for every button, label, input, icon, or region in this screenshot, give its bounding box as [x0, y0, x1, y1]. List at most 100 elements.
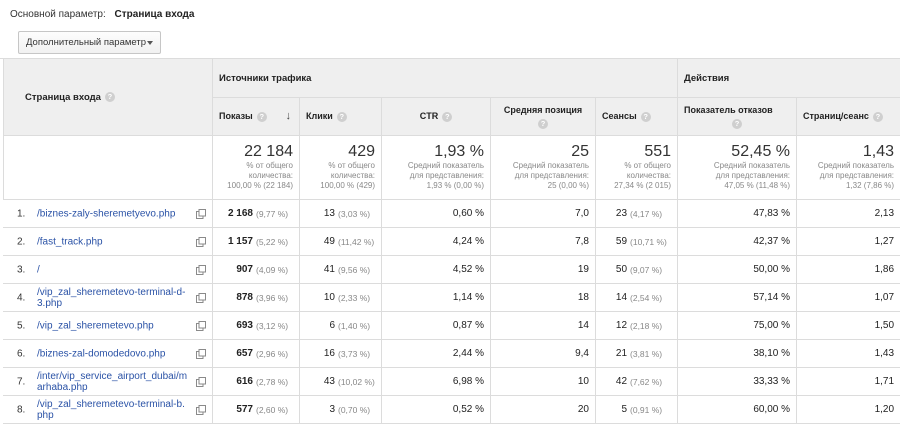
landing-page-cell: 5. /vip_zal_sheremetevo.php — [3, 311, 213, 340]
impressions-cell: 907 (4,09 %) — [212, 255, 300, 284]
open-in-new-tab-icon[interactable] — [196, 320, 206, 331]
row-number: 6. — [17, 348, 26, 359]
col-header-avg-position[interactable]: Средняя позиция? — [490, 97, 596, 136]
bounce-rate-cell: 50,00 % — [677, 255, 798, 284]
sort-descending-icon[interactable]: ↓ — [286, 110, 292, 122]
clicks-cell: 6 (1,40 %) — [299, 311, 382, 340]
bounce-rate-cell: 60,00 % — [677, 395, 798, 424]
totals-row: 22 184 % от общего количества: 100,00 % … — [3, 135, 900, 200]
landing-page-link[interactable]: /vip_zal_sheremetevo-terminal-d-3.php — [37, 287, 190, 309]
total-bounce-rate: 52,45 % Средний показатель для представл… — [677, 135, 798, 200]
table-row: 1. /biznes-zaly-sheremetyevo.php 2 168 (9… — [3, 199, 900, 228]
pages-session-cell: 2,13 — [796, 199, 900, 228]
bounce-rate-cell: 75,00 % — [677, 311, 798, 340]
row-number: 7. — [17, 376, 26, 387]
col-header-bounce-rate[interactable]: Показатель отказов? — [677, 97, 798, 136]
help-icon[interactable]: ? — [336, 111, 347, 122]
landing-page-cell: 8. /vip_zal_sheremetevo-terminal-b.php — [3, 395, 213, 424]
help-icon[interactable]: ? — [732, 118, 743, 129]
col-header-sessions[interactable]: Сеансы? — [594, 97, 679, 136]
col-header-landing-page[interactable]: Страница входа? — [3, 58, 213, 136]
group-header-actions: Действия — [677, 58, 900, 98]
total-ctr: 1,93 % Средний показатель для представле… — [381, 135, 491, 200]
help-icon[interactable]: ? — [538, 118, 548, 129]
primary-dimension-value: Страница входа — [114, 9, 195, 20]
pages-session-cell: 1,86 — [796, 255, 900, 284]
col-header-impressions[interactable]: Показы? ↓ — [212, 97, 300, 136]
sessions-cell: 50 (9,07 %) — [594, 255, 679, 284]
clicks-cell: 3 (0,70 %) — [299, 395, 382, 424]
table-row: 8. /vip_zal_sheremetevo-terminal-b.php 5… — [3, 395, 900, 424]
clicks-cell: 10 (2,33 %) — [299, 283, 382, 312]
pages-session-cell: 1,71 — [796, 367, 900, 396]
landing-page-cell: 4. /vip_zal_sheremetevo-terminal-d-3.php — [3, 283, 213, 312]
landing-page-link[interactable]: /biznes-zal-domodedovo.php — [37, 348, 190, 359]
row-number: 2. — [17, 236, 26, 247]
sessions-cell: 23 (4,17 %) — [594, 199, 679, 228]
open-in-new-tab-icon[interactable] — [196, 208, 206, 219]
clicks-cell: 49 (11,42 %) — [299, 227, 382, 256]
sessions-cell: 14 (2,54 %) — [594, 283, 679, 312]
sessions-cell: 5 (0,91 %) — [594, 395, 679, 424]
landing-page-link[interactable]: / — [37, 264, 190, 275]
secondary-dimension-dropdown[interactable]: Дополнительный параметр — [18, 31, 161, 54]
avg-position-cell: 9,4 — [490, 339, 596, 368]
primary-dimension-label: Основной параметр: — [10, 9, 106, 20]
landing-page-link[interactable]: /biznes-zaly-sheremetyevo.php — [37, 208, 190, 219]
ctr-cell: 0,52 % — [381, 395, 491, 424]
open-in-new-tab-icon[interactable] — [196, 264, 206, 275]
ctr-cell: 0,60 % — [381, 199, 491, 228]
primary-dimension: Основной параметр: Страница входа — [10, 9, 194, 20]
help-icon[interactable]: ? — [442, 111, 453, 122]
report-table: Страница входа? Источники трафика Действ… — [3, 58, 900, 424]
total-avg-position: 25 Средний показатель для представления:… — [490, 135, 596, 200]
open-in-new-tab-icon[interactable] — [196, 376, 206, 387]
help-icon[interactable]: ? — [872, 111, 883, 122]
row-number: 5. — [17, 320, 26, 331]
col-header-pages-session[interactable]: Страниц/сеанс? — [796, 97, 900, 136]
bounce-rate-cell: 57,14 % — [677, 283, 798, 312]
avg-position-cell: 10 — [490, 367, 596, 396]
landing-page-cell: 6. /biznes-zal-domodedovo.php — [3, 339, 213, 368]
total-clicks: 429 % от общего количества: 100,00 % (42… — [299, 135, 382, 200]
total-impressions: 22 184 % от общего количества: 100,00 % … — [212, 135, 300, 200]
open-in-new-tab-icon[interactable] — [196, 292, 206, 303]
chevron-down-icon — [147, 41, 153, 45]
table-row: 5. /vip_zal_sheremetevo.php 693 (3,12 %) … — [3, 311, 900, 340]
row-number: 8. — [17, 404, 26, 415]
col-header-clicks[interactable]: Клики? — [299, 97, 382, 136]
sessions-cell: 59 (10,71 %) — [594, 227, 679, 256]
table-row: 2. /fast_track.php 1 157 (5,22 %) 49 (11,4… — [3, 227, 900, 256]
open-in-new-tab-icon[interactable] — [196, 236, 206, 247]
avg-position-cell: 7,8 — [490, 227, 596, 256]
table-row: 3. / 907 (4,09 %) 41 (9,56 %) 4,52 % 19 50… — [3, 255, 900, 284]
col-header-ctr[interactable]: CTR? — [381, 97, 491, 136]
landing-page-link[interactable]: /vip_zal_sheremetevo-terminal-b.php — [37, 399, 190, 421]
clicks-cell: 16 (3,73 %) — [299, 339, 382, 368]
avg-position-cell: 18 — [490, 283, 596, 312]
row-number: 4. — [17, 292, 26, 303]
clicks-cell: 43 (10,02 %) — [299, 367, 382, 396]
help-icon[interactable]: ? — [640, 111, 651, 122]
help-icon[interactable]: ? — [104, 91, 115, 102]
row-number: 1. — [17, 208, 26, 219]
landing-page-link[interactable]: /inter/vip_service_airport_dubai/marhaba… — [37, 371, 190, 393]
open-in-new-tab-icon[interactable] — [196, 348, 206, 359]
sessions-cell: 12 (2,18 %) — [594, 311, 679, 340]
avg-position-cell: 7,0 — [490, 199, 596, 228]
ctr-cell: 4,52 % — [381, 255, 491, 284]
landing-page-cell: 3. / — [3, 255, 213, 284]
table-row: 6. /biznes-zal-domodedovo.php 657 (2,96 %… — [3, 339, 900, 368]
landing-page-link[interactable]: /fast_track.php — [37, 236, 190, 247]
open-in-new-tab-icon[interactable] — [196, 404, 206, 415]
totals-label-cell — [3, 135, 213, 200]
bounce-rate-cell: 38,10 % — [677, 339, 798, 368]
impressions-cell: 1 157 (5,22 %) — [212, 227, 300, 256]
impressions-cell: 878 (3,96 %) — [212, 283, 300, 312]
landing-page-link[interactable]: /vip_zal_sheremetevo.php — [37, 320, 190, 331]
ctr-cell: 6,98 % — [381, 367, 491, 396]
ctr-cell: 2,44 % — [381, 339, 491, 368]
landing-page-cell: 7. /inter/vip_service_airport_dubai/marh… — [3, 367, 213, 396]
pages-session-cell: 1,27 — [796, 227, 900, 256]
help-icon[interactable]: ? — [256, 111, 267, 122]
